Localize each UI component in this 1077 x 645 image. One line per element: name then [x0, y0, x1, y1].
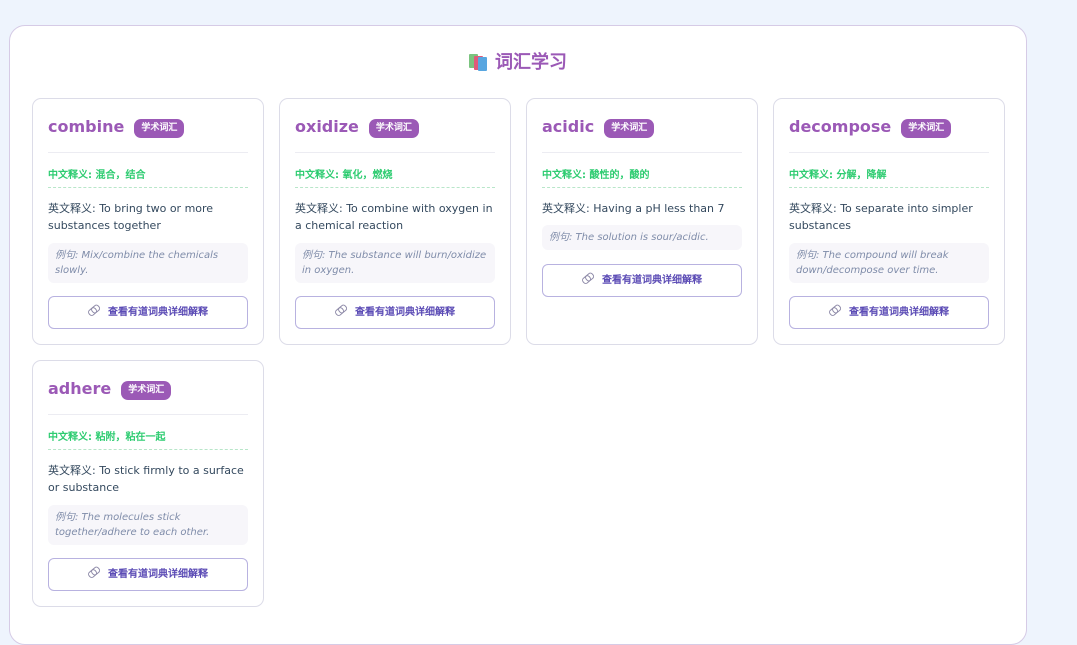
- word-row: combine 学术词汇: [48, 116, 185, 138]
- vocab-card-combine: combine 学术词汇 中文释义: 混合，结合 英文释义: To bring t…: [32, 98, 264, 345]
- youdao-dictionary-button[interactable]: 查看有道词典详细解释: [48, 296, 248, 329]
- academic-badge: 学术词汇: [134, 119, 185, 138]
- link-icon: [580, 271, 596, 286]
- word-row: oxidize 学术词汇: [295, 116, 419, 138]
- vocab-card-decompose: decompose 学术词汇 中文释义: 分解，降解 英文释义: To separ…: [773, 98, 1005, 345]
- page-title: 词汇学习: [495, 52, 567, 73]
- divider: [295, 152, 495, 153]
- word-title: decompose: [789, 117, 892, 136]
- youdao-dictionary-button[interactable]: 查看有道词典详细解释: [789, 296, 989, 329]
- link-icon: [86, 565, 102, 580]
- word-title: oxidize: [295, 117, 359, 136]
- example-sentence: 例句: Mix/combine the chemicals slowly.: [48, 243, 248, 283]
- dictionary-button-label: 查看有道词典详细解释: [108, 569, 208, 580]
- academic-badge: 学术词汇: [901, 119, 952, 138]
- divider: [789, 152, 989, 153]
- dictionary-button-label: 查看有道词典详细解释: [355, 307, 455, 318]
- chinese-meaning: 中文释义: 混合，结合: [48, 168, 248, 188]
- word-row: adhere 学术词汇: [48, 378, 172, 400]
- word-row: acidic 学术词汇: [542, 116, 655, 138]
- chinese-meaning: 中文释义: 酸性的，酸的: [542, 168, 742, 188]
- dictionary-button-label: 查看有道词典详细解释: [849, 307, 949, 318]
- youdao-dictionary-button[interactable]: 查看有道词典详细解释: [48, 558, 248, 591]
- link-icon: [827, 303, 843, 318]
- divider: [48, 152, 248, 153]
- word-row: decompose 学术词汇: [789, 116, 952, 138]
- chinese-meaning: 中文释义: 粘附，粘在一起: [48, 430, 248, 450]
- youdao-dictionary-button[interactable]: 查看有道词典详细解释: [295, 296, 495, 329]
- divider: [48, 414, 248, 415]
- link-icon: [333, 303, 349, 318]
- page-title-row: 词汇学习: [10, 50, 1026, 76]
- youdao-dictionary-button[interactable]: 查看有道词典详细解释: [542, 264, 742, 297]
- english-meaning: 英文释义: Having a pH less than 7: [542, 202, 725, 215]
- chinese-meaning: 中文释义: 氧化，燃烧: [295, 168, 495, 188]
- example-sentence: 例句: The compound will break down/decompo…: [789, 243, 989, 283]
- example-sentence: 例句: The molecules stick together/adhere …: [48, 505, 248, 545]
- word-title: acidic: [542, 117, 595, 136]
- dictionary-button-label: 查看有道词典详细解释: [108, 307, 208, 318]
- link-icon: [86, 303, 102, 318]
- vocab-card-oxidize: oxidize 学术词汇 中文释义: 氧化，燃烧 英文释义: To combine…: [279, 98, 511, 345]
- divider: [542, 152, 742, 153]
- english-meaning: 英文释义: To separate into simpler substance…: [789, 202, 973, 232]
- dictionary-button-label: 查看有道词典详细解释: [602, 275, 702, 286]
- word-title: combine: [48, 117, 125, 136]
- word-title: adhere: [48, 379, 112, 398]
- books-icon: [469, 53, 487, 71]
- chinese-meaning: 中文释义: 分解，降解: [789, 168, 989, 188]
- academic-badge: 学术词汇: [604, 119, 655, 138]
- vocab-card-adhere: adhere 学术词汇 中文释义: 粘附，粘在一起 英文释义: To stick …: [32, 360, 264, 607]
- english-meaning: 英文释义: To bring two or more substances to…: [48, 202, 214, 232]
- example-sentence: 例句: The substance will burn/oxidize in o…: [295, 243, 495, 283]
- vocab-card-acidic: acidic 学术词汇 中文释义: 酸性的，酸的 英文释义: Having a p…: [526, 98, 758, 345]
- academic-badge: 学术词汇: [121, 381, 172, 400]
- english-meaning: 英文释义: To combine with oxygen in a chemic…: [295, 202, 493, 232]
- english-meaning: 英文释义: To stick firmly to a surface or su…: [48, 464, 244, 494]
- example-sentence: 例句: The solution is sour/acidic.: [542, 225, 742, 250]
- vocabulary-panel: 词汇学习 combine 学术词汇 中文释义: 混合，结合 英文释义: To br…: [9, 25, 1027, 645]
- academic-badge: 学术词汇: [368, 119, 419, 138]
